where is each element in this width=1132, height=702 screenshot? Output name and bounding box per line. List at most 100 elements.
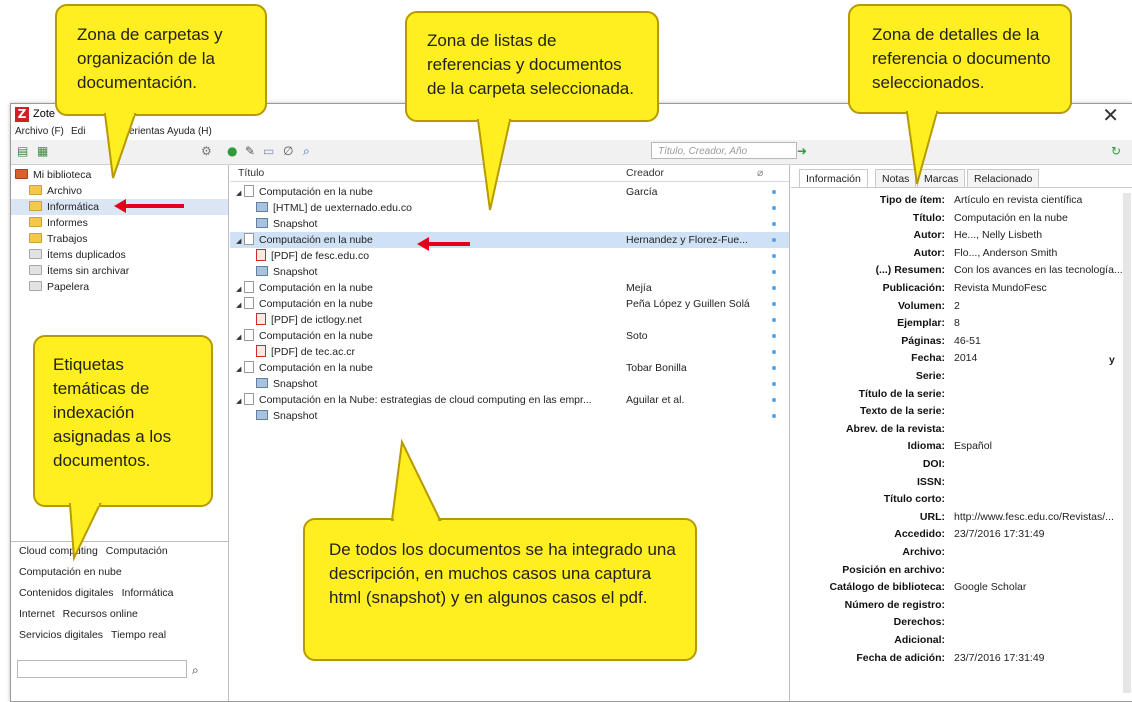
folder-icon xyxy=(29,185,42,195)
field-value[interactable]: Artículo en revista científica xyxy=(954,192,1082,209)
field-value[interactable]: 8 xyxy=(954,315,960,332)
attachment-column-icon[interactable]: ⌀ xyxy=(757,167,763,179)
new-collection-icon[interactable]: ▤ xyxy=(17,144,28,158)
info-field-row: URL: http://www.fesc.edu.co/Revistas/... xyxy=(791,509,1132,526)
new-item-icon[interactable]: ● xyxy=(227,144,237,158)
menu-ayuda[interactable]: Ayuda (H) xyxy=(167,126,212,137)
collection-item[interactable]: Ítems sin archivar xyxy=(11,263,228,279)
tab-relacionado[interactable]: Relacionado xyxy=(967,169,1040,188)
arrow-to-selected-item xyxy=(427,242,470,246)
collection-item[interactable]: Archivo xyxy=(11,183,228,199)
tag-item[interactable]: Informática xyxy=(122,587,174,599)
item-row[interactable]: ◢ Computación en la nube Hernandez y Flore… xyxy=(230,232,789,248)
callout-folders-tail xyxy=(103,112,137,179)
field-value[interactable]: http://www.fesc.edu.co/Revistas/... xyxy=(954,509,1114,526)
field-value[interactable]: Con los avances en las tecnología... xyxy=(954,262,1123,279)
field-value[interactable]: Flo..., Anderson Smith xyxy=(954,245,1057,262)
field-value[interactable]: 46-51 xyxy=(954,333,981,350)
attachment-status-icon xyxy=(772,414,776,418)
callout-folders: Zona de carpetas y organización de la do… xyxy=(55,4,267,116)
new-group-icon[interactable]: ▦ xyxy=(37,144,48,158)
item-row[interactable]: Snapshot xyxy=(230,376,789,392)
add-by-identifier-icon[interactable]: ✎ xyxy=(245,144,255,158)
item-title: [PDF] de tec.ac.cr xyxy=(271,346,356,358)
item-row[interactable]: [PDF] de fesc.edu.co xyxy=(230,248,789,264)
field-value[interactable]: Español xyxy=(954,438,992,455)
info-field-row: Autor: He..., Nelly Lisbeth xyxy=(791,227,1132,244)
attach-icon[interactable]: ∅ xyxy=(283,144,293,158)
field-value[interactable]: 23/7/2016 17:31:49 xyxy=(954,526,1045,543)
field-label: Publicación: xyxy=(882,282,945,294)
callout-lists-tail xyxy=(476,118,512,211)
item-row[interactable]: [PDF] de tec.ac.cr xyxy=(230,344,789,360)
collection-item[interactable]: Informes xyxy=(11,215,228,231)
expand-toggle-icon[interactable]: ◢ xyxy=(236,393,244,409)
field-value[interactable]: He..., Nelly Lisbeth xyxy=(954,227,1042,244)
item-creator: Aguilar et al. xyxy=(626,394,685,406)
field-value[interactable]: Computación en la nube xyxy=(954,210,1068,227)
tag-item[interactable]: Internet xyxy=(19,608,55,620)
info-field-row: Idioma: Español xyxy=(791,438,1132,455)
column-creator[interactable]: Creador xyxy=(626,167,664,179)
expand-toggle-icon[interactable]: ◢ xyxy=(236,185,244,201)
item-row[interactable]: ◢ Computación en la nube Peña López y Guil… xyxy=(230,296,789,312)
field-label: Número de registro: xyxy=(844,598,945,611)
item-row[interactable]: ◢ Computación en la Nube: estrategias de … xyxy=(230,392,789,408)
menu-edicion[interactable]: Edi xyxy=(71,126,85,137)
close-icon[interactable]: ✕ xyxy=(1102,103,1119,127)
tag-filter-input[interactable] xyxy=(17,660,187,678)
tag-item[interactable]: Contenidos digitales xyxy=(19,587,114,599)
actions-gear-icon[interactable]: ⚙ xyxy=(201,144,212,158)
sync-icon[interactable]: ↻ xyxy=(1111,144,1121,158)
item-creator: Hernandez y Florez-Fue... xyxy=(626,234,748,246)
item-row[interactable]: Snapshot xyxy=(230,264,789,280)
item-row[interactable]: ◢ Computación en la nube Mejía xyxy=(230,280,789,296)
item-row[interactable]: Snapshot xyxy=(230,408,789,424)
tag-item[interactable]: Computación en nube xyxy=(19,566,122,578)
item-row[interactable]: [PDF] de ictlogy.net xyxy=(230,312,789,328)
field-value[interactable]: 2 xyxy=(954,298,960,315)
tag-item[interactable]: Recursos online xyxy=(63,608,138,620)
attachment-status-icon xyxy=(772,382,776,386)
expand-toggle-icon[interactable]: ◢ xyxy=(236,281,244,297)
field-label: (...) Resumen: xyxy=(875,264,945,277)
item-row[interactable]: ◢ Computación en la nube Soto xyxy=(230,328,789,344)
collection-item[interactable]: Ítems duplicados xyxy=(11,247,228,263)
collection-label: Ítems duplicados xyxy=(47,249,126,261)
duplicates-icon xyxy=(29,249,42,259)
field-label: DOI: xyxy=(922,458,945,470)
column-title[interactable]: Título xyxy=(238,167,264,179)
field-value[interactable]: Revista MundoFesc xyxy=(954,280,1047,297)
attachment-status-icon xyxy=(772,334,776,338)
locate-icon[interactable]: ➜ xyxy=(797,144,807,158)
field-value[interactable]: Google Scholar xyxy=(954,579,1026,596)
collection-item[interactable]: Trabajos xyxy=(11,231,228,247)
pdf-icon xyxy=(256,345,266,357)
tag-item[interactable]: Servicios digitales xyxy=(19,629,103,641)
collection-item[interactable]: Papelera xyxy=(11,279,228,295)
item-row[interactable]: ◢ Computación en la nube Tobar Bonilla xyxy=(230,360,789,376)
item-row[interactable]: Snapshot xyxy=(230,216,789,232)
expand-toggle-icon[interactable]: ◢ xyxy=(236,361,244,377)
tag-item[interactable]: Tiempo real xyxy=(111,629,166,641)
tag-row: Computación en nube xyxy=(19,566,130,578)
info-field-row: Serie: xyxy=(791,368,1132,385)
tag-item[interactable]: Computación xyxy=(106,545,168,557)
menu-archivo[interactable]: Archivo (F) xyxy=(15,126,64,137)
new-note-icon[interactable]: ▭ xyxy=(263,144,274,158)
expand-toggle-icon[interactable]: ◢ xyxy=(236,233,244,249)
field-value[interactable]: 23/7/2016 17:31:49 xyxy=(954,650,1045,667)
details-scrollbar[interactable] xyxy=(1123,193,1131,693)
expand-toggle-icon[interactable]: ◢ xyxy=(236,329,244,345)
tab-informacion[interactable]: Información xyxy=(799,169,868,188)
info-field-row: Archivo: xyxy=(791,544,1132,561)
advanced-search-icon[interactable]: ⌕ xyxy=(303,144,310,158)
item-title: [HTML] de uexternado.edu.co xyxy=(273,202,412,214)
field-label: Adicional: xyxy=(894,634,945,646)
tag-row: Internet Recursos online xyxy=(19,608,146,620)
expand-toggle-icon[interactable]: ◢ xyxy=(236,297,244,313)
item-title: Snapshot xyxy=(273,218,318,230)
search-input[interactable]: Título, Creador, Año xyxy=(651,142,797,159)
search-icon[interactable]: ⌕ xyxy=(192,663,199,678)
field-value[interactable]: 2014 xyxy=(954,350,977,367)
